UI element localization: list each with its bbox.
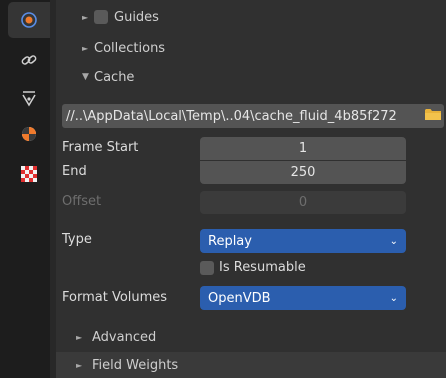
end-label: End — [62, 164, 87, 179]
cache-type-value: Replay — [208, 233, 252, 249]
tab-constraints[interactable] — [8, 42, 50, 78]
folder-browse-button[interactable] — [422, 104, 444, 128]
tab-material[interactable] — [8, 116, 50, 152]
frame-end-field[interactable]: 250 — [200, 161, 406, 184]
shading-ball-icon — [20, 125, 38, 143]
cache-type-select[interactable]: Replay ⌄ — [200, 229, 406, 253]
subpanel-cache-header[interactable]: ▼ Cache — [56, 62, 446, 92]
vertex-funnel-icon — [20, 89, 38, 107]
physics-orbit-icon — [20, 11, 38, 29]
properties-tab-strip — [0, 0, 50, 378]
offset-label: Offset — [62, 194, 102, 209]
chevron-right-icon: ► — [82, 43, 89, 53]
properties-panel: ► Guides ► Collections ▼ Cache //..\AppD… — [56, 0, 446, 378]
chevron-right-icon: ► — [82, 12, 89, 22]
folder-icon — [425, 108, 441, 125]
is-resumable-label: Is Resumable — [219, 260, 306, 275]
tab-data[interactable] — [8, 80, 50, 116]
tab-texture[interactable] — [8, 156, 50, 192]
cache-directory-field[interactable]: //..\AppData\Local\Temp\..04\cache_fluid… — [62, 104, 444, 128]
format-volumes-label: Format Volumes — [62, 290, 168, 305]
subpanel-cache-label: Cache — [94, 69, 135, 85]
chevron-down-icon: ▼ — [82, 72, 89, 82]
texture-checker-icon — [21, 166, 37, 182]
chevron-down-icon: ⌄ — [389, 235, 398, 247]
cache-directory-path: //..\AppData\Local\Temp\..04\cache_fluid… — [66, 108, 397, 124]
format-volumes-select[interactable]: OpenVDB ⌄ — [200, 286, 406, 310]
constraint-link-icon — [20, 51, 38, 69]
offset-field[interactable]: 0 — [200, 191, 406, 214]
checkbox-box[interactable] — [200, 260, 214, 275]
panel-field-weights-header[interactable]: ► Field Weights — [56, 352, 446, 378]
panel-field-weights-label: Field Weights — [92, 357, 179, 373]
type-label: Type — [62, 232, 92, 247]
subpanel-advanced-label: Advanced — [92, 329, 157, 345]
subpanel-collections-header[interactable]: ► Collections — [56, 33, 446, 63]
chevron-right-icon: ► — [76, 360, 83, 370]
guides-enable-checkbox[interactable] — [94, 10, 108, 24]
subpanel-guides-label: Guides — [114, 9, 159, 25]
subpanel-guides-header[interactable]: ► Guides — [56, 2, 446, 32]
is-resumable-checkbox[interactable]: Is Resumable — [200, 260, 306, 275]
subpanel-advanced-header[interactable]: ► Advanced — [56, 322, 446, 352]
frame-start-field[interactable]: 1 — [200, 137, 406, 160]
format-volumes-value: OpenVDB — [208, 290, 271, 306]
chevron-right-icon: ► — [76, 332, 83, 342]
chevron-down-icon: ⌄ — [389, 292, 398, 304]
tab-physics[interactable] — [8, 2, 50, 38]
frame-start-label: Frame Start — [62, 140, 139, 155]
subpanel-collections-label: Collections — [94, 40, 166, 56]
